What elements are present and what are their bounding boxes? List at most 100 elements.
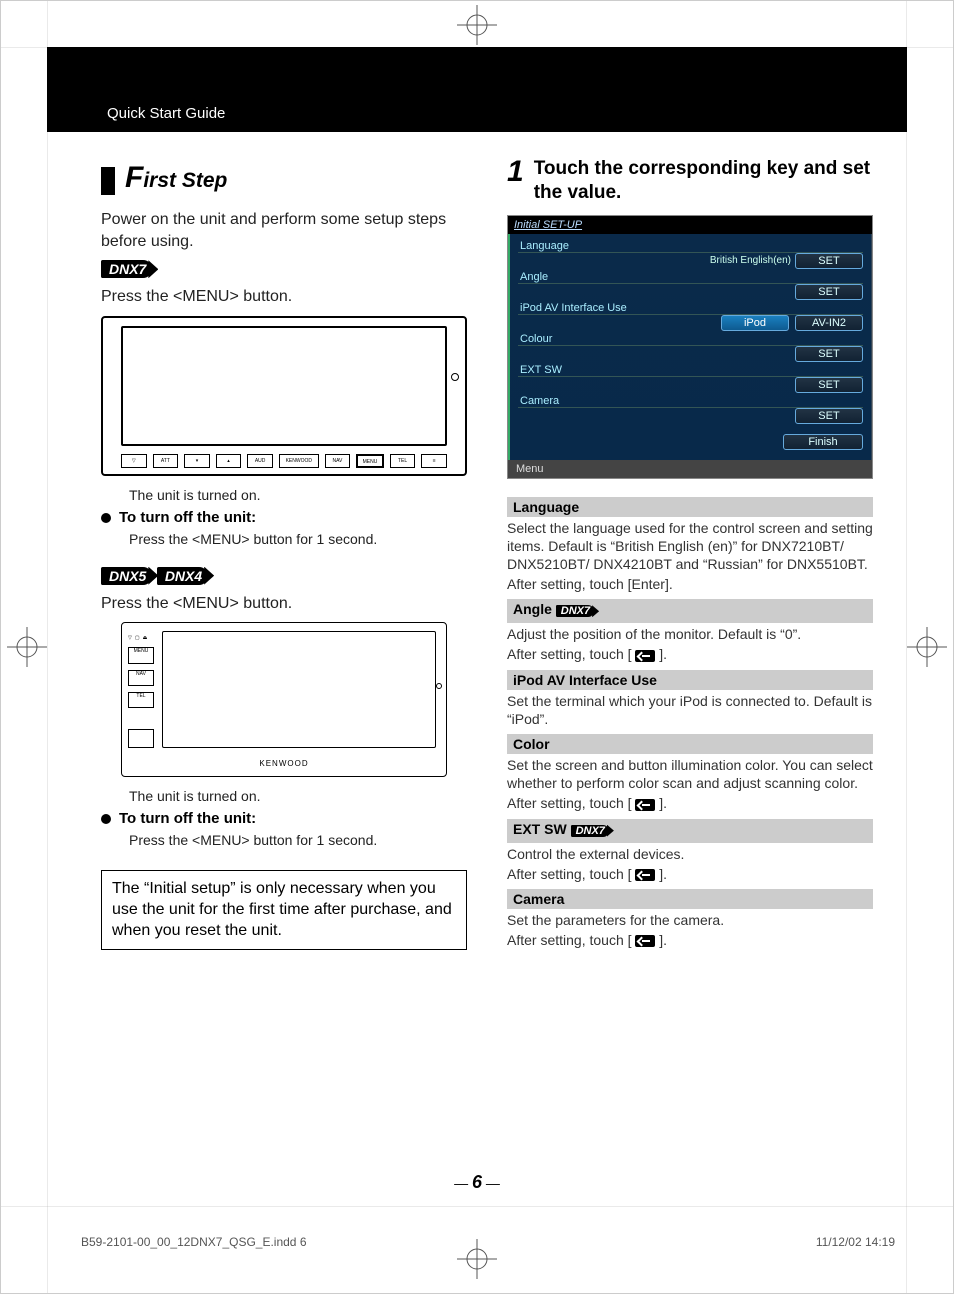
- return-icon: [635, 869, 655, 881]
- diagram-button: [128, 729, 154, 748]
- setup-row: Language British English(en)SET: [518, 238, 863, 269]
- turned-on-text: The unit is turned on.: [129, 486, 467, 505]
- setup-row-value: British English(en): [518, 255, 795, 266]
- model-chip-dnx7: DNX7: [101, 260, 152, 278]
- set-button[interactable]: SET: [795, 253, 863, 269]
- turn-off-bullet-2: To turn off the unit:: [101, 810, 467, 827]
- setup-row-label: EXT SW: [518, 362, 863, 377]
- intro-text: Power on the unit and perform some setup…: [101, 209, 467, 252]
- unit-diagram-dnx7: ▽ ATT ▾ ▴ AUD KENWOOD NAV MENU TEL ≡: [101, 316, 467, 476]
- heading-initial: F: [125, 161, 143, 194]
- setup-screenshot: Initial SET-UP Language British English(…: [507, 215, 873, 479]
- diagram-button-row: ▽ ATT ▾ ▴ AUD KENWOOD NAV MENU TEL ≡: [121, 454, 447, 468]
- finish-row: Finish: [518, 434, 863, 450]
- imprint-left: B59-2101-00_00_12DNX7_QSG_E.indd 6: [81, 1235, 307, 1249]
- setup-row-label: Language: [518, 238, 863, 253]
- turn-off-detail-2: Press the <MENU> button for 1 second.: [129, 831, 467, 850]
- def-heading-language: Language: [507, 497, 873, 517]
- set-button[interactable]: SET: [795, 284, 863, 300]
- step-number: 1: [507, 157, 524, 187]
- heading-bar-icon: [101, 167, 115, 195]
- def-heading-color: Color: [507, 734, 873, 754]
- setup-title: Initial SET-UP: [508, 216, 872, 234]
- imprint-right: 11/12/02 14:19: [816, 1235, 895, 1249]
- bullet-dot-icon: [101, 513, 111, 523]
- header-bar: Quick Start Guide: [47, 47, 907, 132]
- setup-row: iPod AV Interface Use iPod AV-IN2: [518, 300, 863, 331]
- bullet-dot-icon: [101, 814, 111, 824]
- diagram-knob-icon: [436, 683, 442, 689]
- turn-off-bullet: To turn off the unit:: [101, 509, 467, 526]
- diagram-button: NAV: [128, 670, 154, 686]
- def-heading-angle: Angle DNX7: [507, 599, 873, 623]
- def-text: Control the external devices.: [507, 845, 873, 863]
- diagram-button: ▴: [216, 454, 242, 468]
- diagram-brand: KENWOOD: [279, 454, 319, 468]
- crop-mark: [1, 1206, 953, 1207]
- left-column: First Step Power on the unit and perform…: [101, 151, 467, 1143]
- page: Quick Start Guide First Step Power on th…: [0, 0, 954, 1294]
- press-menu-text-2: Press the <MENU> button.: [101, 593, 467, 615]
- return-icon: [635, 650, 655, 662]
- def-text: Set the parameters for the camera.: [507, 911, 873, 929]
- diagram-menu-button: MENU: [128, 647, 154, 663]
- heading-rest: irst Step: [143, 169, 227, 192]
- return-icon: [635, 935, 655, 947]
- heading-first-step: First Step: [101, 161, 467, 195]
- press-menu-text: Press the <MENU> button.: [101, 286, 467, 308]
- set-button[interactable]: SET: [795, 346, 863, 362]
- note-box: The “Initial setup” is only necessary wh…: [101, 870, 467, 950]
- diagram-side-buttons: ▽▢⏏ MENU NAV TEL: [128, 635, 154, 748]
- diagram-brand: KENWOOD: [122, 759, 446, 768]
- def-heading-camera: Camera: [507, 889, 873, 909]
- def-text: Select the language used for the control…: [507, 519, 873, 574]
- def-text: Set the screen and button illumination c…: [507, 756, 873, 792]
- finish-button[interactable]: Finish: [783, 434, 863, 450]
- content: First Step Power on the unit and perform…: [101, 151, 873, 1143]
- diagram-button: NAV: [325, 454, 351, 468]
- avin2-button[interactable]: AV-IN2: [795, 315, 863, 331]
- def-text: Adjust the position of the monitor. Defa…: [507, 625, 873, 643]
- registration-mark-icon: [7, 627, 47, 667]
- turned-on-text-2: The unit is turned on.: [129, 787, 467, 806]
- registration-mark-icon: [457, 5, 497, 45]
- setup-row: Camera SET: [518, 393, 863, 424]
- diagram-screen: [121, 326, 447, 446]
- def-text: Set the terminal which your iPod is conn…: [507, 692, 873, 728]
- setup-row-label: Colour: [518, 331, 863, 346]
- crop-mark: [47, 1, 48, 1293]
- model-chip-dnx5: DNX5: [101, 567, 152, 585]
- diagram-button: TEL: [390, 454, 416, 468]
- unit-diagram-dnx5: ▽▢⏏ MENU NAV TEL KENWOOD: [121, 622, 447, 777]
- model-chip-dnx7: DNX7: [556, 605, 594, 617]
- turn-off-detail: Press the <MENU> button for 1 second.: [129, 530, 467, 549]
- turn-off-label-2: To turn off the unit:: [119, 810, 256, 827]
- diagram-button: ATT: [153, 454, 179, 468]
- diagram-button: TEL: [128, 692, 154, 708]
- diagram-button: ▾: [184, 454, 210, 468]
- diagram-button: AUD: [247, 454, 273, 468]
- return-icon: [635, 799, 655, 811]
- ipod-button[interactable]: iPod: [721, 315, 789, 331]
- registration-mark-icon: [907, 627, 947, 667]
- diagram-knob-icon: [451, 373, 459, 381]
- def-text: After setting, touch [ ].: [507, 645, 873, 663]
- def-text: After setting, touch [ ].: [507, 865, 873, 883]
- set-button[interactable]: SET: [795, 377, 863, 393]
- def-heading-ipod: iPod AV Interface Use: [507, 670, 873, 690]
- model-chip-dnx4: DNX4: [157, 567, 208, 585]
- header-label: Quick Start Guide: [107, 105, 225, 122]
- setup-row: Colour SET: [518, 331, 863, 362]
- setup-body: Language British English(en)SET Angle SE…: [508, 234, 872, 460]
- def-heading-extsw: EXT SW DNX7: [507, 819, 873, 843]
- right-column: 1 Touch the corresponding key and set th…: [507, 151, 873, 1143]
- model-chip-dnx7: DNX7: [571, 825, 609, 837]
- diagram-button: ≡: [421, 454, 447, 468]
- setup-row-label: Camera: [518, 393, 863, 408]
- diagram-menu-button: MENU: [356, 454, 384, 468]
- setup-row-label: Angle: [518, 269, 863, 284]
- setup-row-label: iPod AV Interface Use: [518, 300, 863, 315]
- turn-off-label: To turn off the unit:: [119, 509, 256, 526]
- set-button[interactable]: SET: [795, 408, 863, 424]
- setup-footer: Menu: [508, 460, 872, 478]
